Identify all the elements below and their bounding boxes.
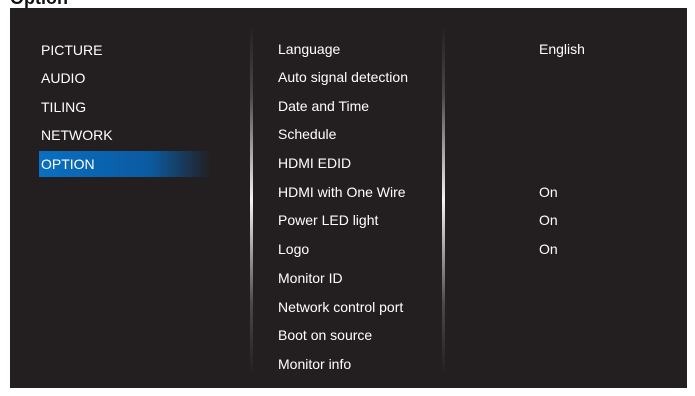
main-menu-item-label: PICTURE: [41, 42, 103, 58]
osd-menu-panel: PICTURE AUDIO TILING NETWORK OPTION Lang…: [10, 8, 687, 388]
hdmi-one-wire-value: On: [539, 184, 558, 200]
main-menu-item-picture[interactable]: PICTURE: [39, 37, 211, 63]
main-menu-item-network[interactable]: NETWORK: [39, 122, 211, 148]
logo-value: On: [539, 241, 558, 257]
main-menu-item-label: OPTION: [41, 156, 95, 172]
submenu-item-language[interactable]: Language: [278, 37, 340, 61]
main-menu-item-label: AUDIO: [41, 70, 86, 86]
main-menu-item-tiling[interactable]: TILING: [39, 94, 211, 120]
submenu-item-power-led-light[interactable]: Power LED light: [278, 208, 378, 232]
main-menu-item-label: NETWORK: [41, 127, 113, 143]
submenu-item-schedule[interactable]: Schedule: [278, 122, 336, 146]
cut-page-heading: Option: [0, 0, 695, 8]
submenu-item-network-control-port[interactable]: Network control port: [278, 295, 403, 319]
main-menu-item-label: TILING: [41, 99, 87, 115]
submenu-item-auto-signal-detection[interactable]: Auto signal detection: [278, 65, 408, 89]
power-led-light-value: On: [539, 212, 558, 228]
column-divider-right: [442, 26, 445, 374]
submenu-item-monitor-info[interactable]: Monitor info: [278, 352, 351, 376]
language-value: English: [539, 41, 585, 57]
submenu-item-hdmi-one-wire[interactable]: HDMI with One Wire: [278, 180, 406, 204]
submenu-item-monitor-id[interactable]: Monitor ID: [278, 266, 343, 290]
cut-heading-text: Option: [10, 0, 68, 8]
submenu-item-boot-on-source[interactable]: Boot on source: [278, 323, 372, 347]
submenu-item-hdmi-edid[interactable]: HDMI EDID: [278, 151, 351, 175]
osd-screenshot: Option PICTURE AUDIO TILING NETWORK OPTI…: [0, 0, 695, 396]
main-menu: PICTURE AUDIO TILING NETWORK OPTION: [10, 8, 250, 388]
submenu-item-logo[interactable]: Logo: [278, 237, 309, 261]
submenu-item-date-and-time[interactable]: Date and Time: [278, 94, 369, 118]
main-menu-item-option[interactable]: OPTION: [39, 151, 211, 177]
main-menu-item-audio[interactable]: AUDIO: [39, 65, 211, 91]
column-divider-left: [250, 26, 253, 374]
